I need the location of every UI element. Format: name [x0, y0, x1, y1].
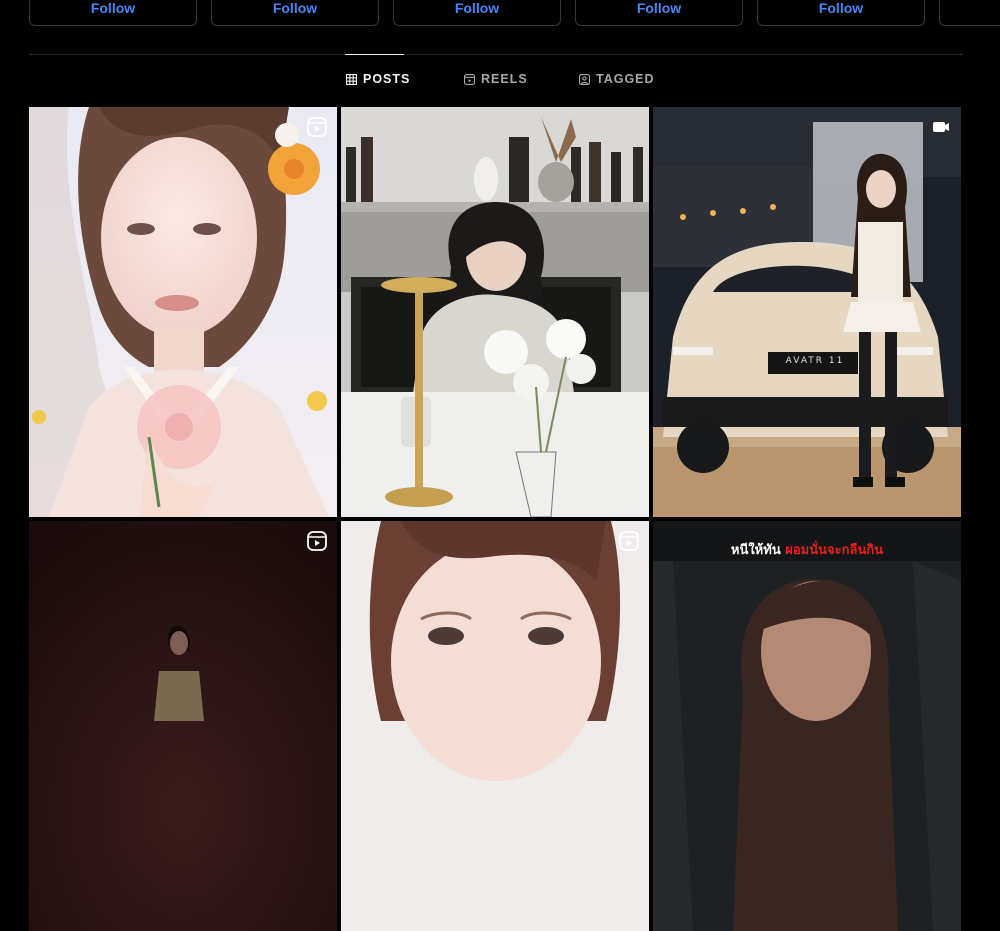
tab-tagged[interactable]: TAGGED [579, 72, 655, 86]
post-tile[interactable]: หนีให้ทัน ผอมนั่นจะกลืนกิน [653, 521, 961, 931]
post-tile[interactable] [341, 521, 649, 931]
tagged-icon [579, 73, 590, 85]
post-thumbnail-closeup-face [341, 521, 649, 931]
active-tab-indicator [345, 54, 404, 55]
reel-badge-icon [619, 531, 639, 551]
follow-button[interactable]: Follow [757, 0, 925, 26]
car-plate-text: AVATR 11 [785, 356, 845, 366]
post-tile[interactable]: AVATR 11 [653, 107, 961, 517]
follow-button-partial[interactable] [939, 0, 1000, 26]
tab-label: POSTS [363, 72, 411, 86]
post-thumbnail-cafe-table [341, 107, 649, 517]
tab-posts[interactable]: POSTS [346, 72, 410, 86]
reel-badge-icon [307, 117, 327, 137]
poster-caption: หนีให้ทัน ผอมนั่นจะกลืนกิน [653, 539, 961, 560]
post-thumbnail-portrait-flower [29, 107, 337, 517]
grid-icon [346, 73, 357, 85]
follow-button[interactable]: Follow [393, 0, 561, 26]
tab-reels[interactable]: REELS [464, 72, 528, 86]
follow-button[interactable]: Follow [575, 0, 743, 26]
tabs-divider [29, 54, 963, 55]
poster-caption-white: หนีให้ทัน [730, 543, 781, 558]
post-tile[interactable] [341, 107, 649, 517]
post-thumbnail-movie-poster [653, 521, 961, 931]
post-tile[interactable] [29, 521, 337, 931]
tab-label: REELS [481, 72, 528, 86]
post-tile[interactable] [29, 107, 337, 517]
reel-badge-icon [307, 531, 327, 551]
reels-icon [464, 73, 475, 85]
profile-tabs: POSTS REELS TAGGED [0, 72, 1000, 92]
post-thumbnail-car-show [653, 107, 961, 517]
follow-button[interactable]: Follow [211, 0, 379, 26]
suggested-accounts-row: Follow Follow Follow Follow Follow [0, 0, 1000, 30]
poster-caption-red: ผอมนั่นจะกลืนกิน [785, 543, 884, 558]
post-thumbnail-dark-stage [29, 521, 337, 931]
video-badge-icon [933, 122, 949, 132]
follow-button[interactable]: Follow [29, 0, 197, 26]
tab-label: TAGGED [596, 72, 655, 86]
